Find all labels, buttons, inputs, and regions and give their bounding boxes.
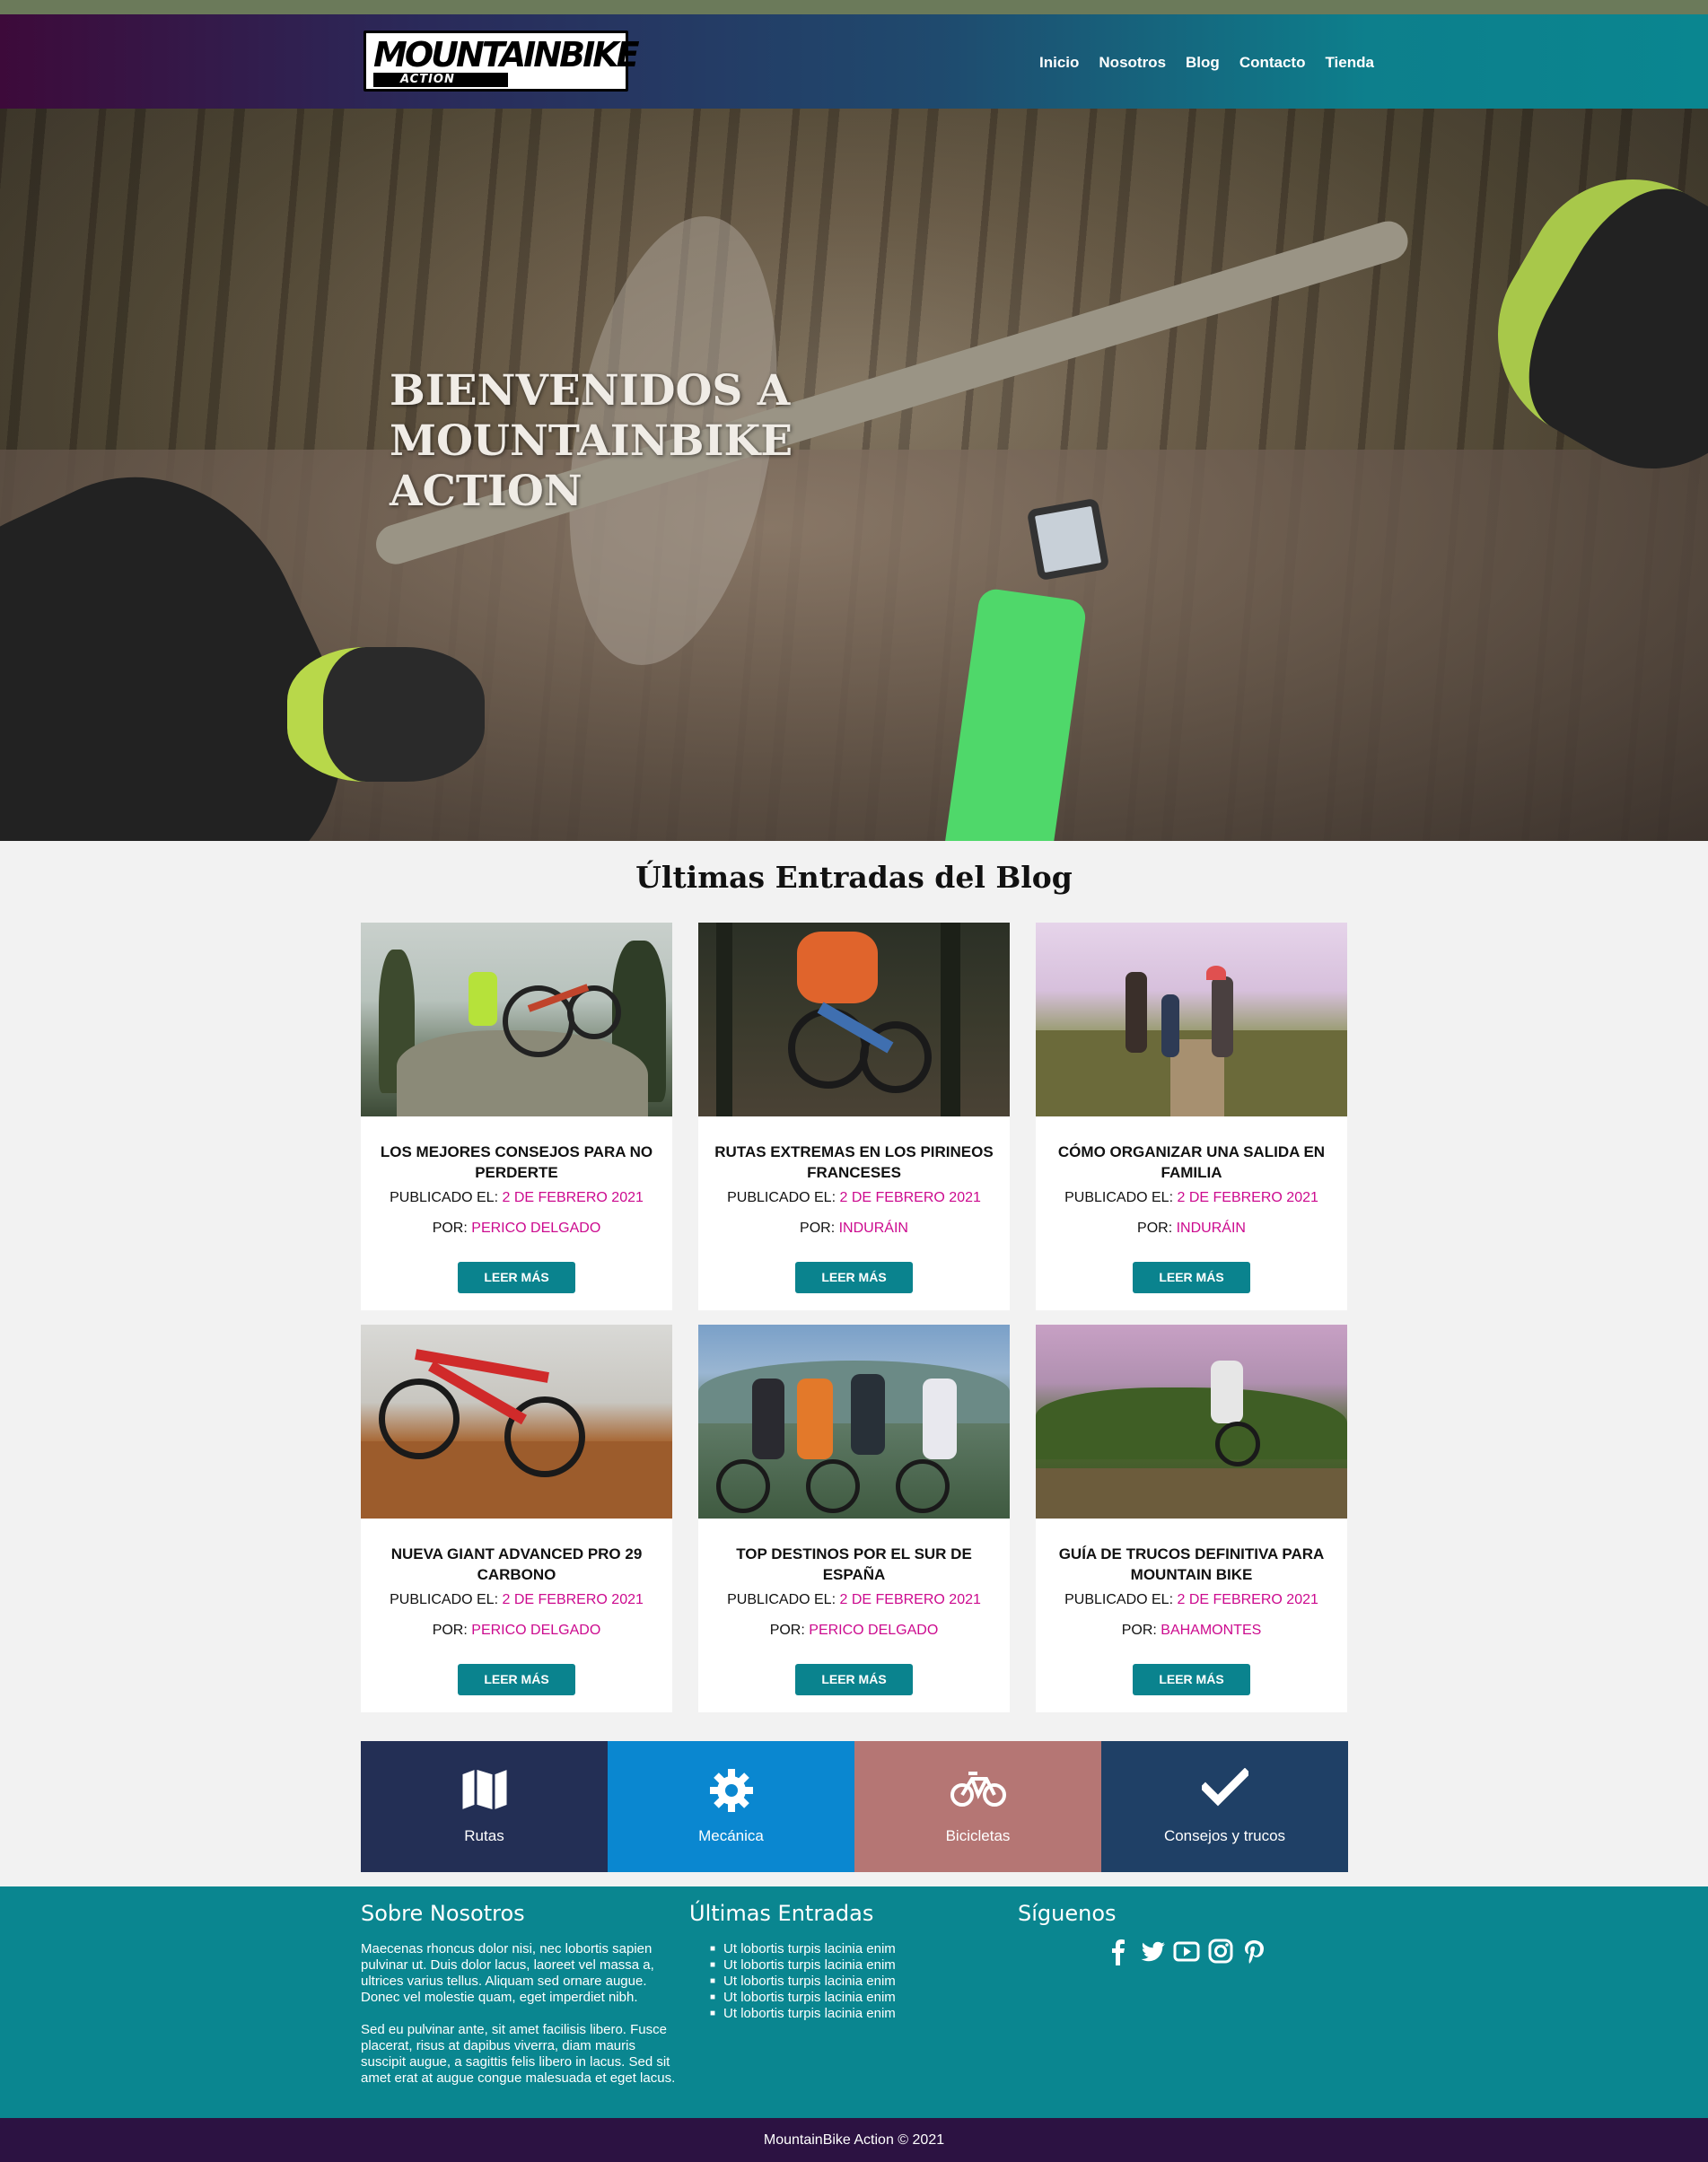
nav-link-inicio[interactable]: Inicio (1039, 54, 1079, 72)
instagram-icon[interactable] (1206, 1937, 1235, 1965)
bicycle-icon (854, 1768, 1101, 1813)
blog-card-image[interactable] (698, 1325, 1010, 1519)
category-label: Consejos y trucos (1163, 1827, 1286, 1844)
blog-card-date: PUBLICADO EL: 2 DE FEBRERO 2021 (1064, 1592, 1318, 1607)
blog-card-title[interactable]: CÓMO ORGANIZAR UNA SALIDA EN FAMILIA (1045, 1142, 1338, 1183)
check-icon (1101, 1768, 1348, 1813)
footer-latest-title: Últimas Entradas (689, 1901, 874, 1926)
site-footer: Sobre Nosotros Maecenas rhoncus dolor ni… (0, 1886, 1708, 2118)
blog-card-image[interactable] (361, 1325, 672, 1519)
copyright-bar: MountainBike Action © 2021 (0, 2118, 1708, 2162)
blog-card-image[interactable] (1036, 1325, 1347, 1519)
blog-card-author: POR: PERICO DELGADO (432, 1623, 601, 1638)
hero-title: BIENVENIDOS A MOUNTAINBIKE ACTION (390, 366, 793, 516)
blog-card: RUTAS EXTREMAS EN LOS PIRINEOS FRANCESES… (698, 923, 1010, 1310)
read-more-button[interactable]: LEER MÁS (1133, 1664, 1250, 1695)
facebook-icon[interactable] (1104, 1937, 1133, 1965)
gear-icon (608, 1768, 854, 1813)
site-header: MOUNTAINBIKE ACTION Inicio Nosotros Blog… (0, 0, 1708, 109)
logo-main-text: MOUNTAINBIKE (373, 35, 640, 74)
read-more-button[interactable]: LEER MÁS (458, 1262, 575, 1293)
hero-image-left-glove (287, 647, 485, 782)
category-label: Rutas (464, 1827, 504, 1844)
blog-card-date: PUBLICADO EL: 2 DE FEBRERO 2021 (727, 1592, 981, 1607)
social-links (1104, 1937, 1269, 1965)
blog-card-title[interactable]: NUEVA GIANT ADVANCED PRO 29 CARBONO (370, 1544, 663, 1585)
nav-link-contacto[interactable]: Contacto (1239, 54, 1306, 72)
category-rutas[interactable]: Rutas (361, 1741, 608, 1872)
blog-card-title[interactable]: GUÍA DE TRUCOS DEFINITIVA PARA MOUNTAIN … (1045, 1544, 1338, 1585)
twitter-icon[interactable] (1138, 1937, 1167, 1965)
read-more-button[interactable]: LEER MÁS (795, 1664, 913, 1695)
blog-card: LOS MEJORES CONSEJOS PARA NO PERDERTE PU… (361, 923, 672, 1310)
read-more-button[interactable]: LEER MÁS (795, 1262, 913, 1293)
hero-banner: BIENVENIDOS A MOUNTAINBIKE ACTION (0, 109, 1708, 841)
blog-card-date: PUBLICADO EL: 2 DE FEBRERO 2021 (390, 1190, 644, 1205)
blog-section-title: Últimas Entradas del Blog (635, 860, 1073, 895)
footer-latest-item[interactable]: Ut lobortis turpis lacinia enim (710, 1990, 896, 2006)
logo-sub-text: ACTION (373, 73, 508, 87)
read-more-button[interactable]: LEER MÁS (1133, 1262, 1250, 1293)
blog-card-image[interactable] (698, 923, 1010, 1116)
blog-card-title[interactable]: TOP DESTINOS POR EL SUR DE ESPAÑA (707, 1544, 1001, 1585)
category-label: Bicicletas (945, 1827, 1011, 1844)
site-logo[interactable]: MOUNTAINBIKE ACTION (363, 31, 640, 92)
blog-card-date: PUBLICADO EL: 2 DE FEBRERO 2021 (727, 1190, 981, 1205)
footer-latest-list: Ut lobortis turpis lacinia enim Ut lobor… (710, 1941, 896, 2022)
blog-card: CÓMO ORGANIZAR UNA SALIDA EN FAMILIA PUB… (1036, 923, 1347, 1310)
footer-about-title: Sobre Nosotros (361, 1901, 525, 1926)
footer-latest-item[interactable]: Ut lobortis turpis lacinia enim (710, 1957, 896, 1974)
blog-card-date: PUBLICADO EL: 2 DE FEBRERO 2021 (390, 1592, 644, 1607)
blog-card-author: POR: PERICO DELGADO (432, 1221, 601, 1236)
category-bicicletas[interactable]: Bicicletas (854, 1741, 1101, 1872)
category-consejos[interactable]: Consejos y trucos (1101, 1741, 1348, 1872)
blog-card-title[interactable]: LOS MEJORES CONSEJOS PARA NO PERDERTE (370, 1142, 663, 1183)
footer-about-text: Maecenas rhoncus dolor nisi, nec loborti… (361, 1941, 684, 2103)
blog-card: TOP DESTINOS POR EL SUR DE ESPAÑA PUBLIC… (698, 1325, 1010, 1712)
nav-link-blog[interactable]: Blog (1186, 54, 1220, 72)
map-icon (361, 1768, 608, 1813)
footer-about-paragraph: Maecenas rhoncus dolor nisi, nec loborti… (361, 1941, 654, 2005)
blog-card-title[interactable]: RUTAS EXTREMAS EN LOS PIRINEOS FRANCESES (707, 1142, 1001, 1183)
footer-latest-item[interactable]: Ut lobortis turpis lacinia enim (710, 2006, 896, 2022)
category-mecanica[interactable]: Mecánica (608, 1741, 854, 1872)
blog-card-date: PUBLICADO EL: 2 DE FEBRERO 2021 (1064, 1190, 1318, 1205)
footer-about-paragraph: Sed eu pulvinar ante, sit amet facilisis… (361, 2022, 676, 2086)
blog-card-author: POR: PERICO DELGADO (769, 1623, 939, 1638)
nav-link-nosotros[interactable]: Nosotros (1099, 54, 1166, 72)
footer-latest-item[interactable]: Ut lobortis turpis lacinia enim (710, 1941, 896, 1957)
blog-card: NUEVA GIANT ADVANCED PRO 29 CARBONO PUBL… (361, 1325, 672, 1712)
blog-card: GUÍA DE TRUCOS DEFINITIVA PARA MOUNTAIN … (1036, 1325, 1347, 1712)
blog-card-image[interactable] (1036, 923, 1347, 1116)
copyright-text: MountainBike Action © 2021 (763, 2132, 945, 2148)
blog-card-author: POR: INDURÁIN (1137, 1221, 1246, 1236)
blog-card-image[interactable] (361, 923, 672, 1116)
pinterest-icon[interactable] (1240, 1937, 1269, 1965)
read-more-button[interactable]: LEER MÁS (458, 1664, 575, 1695)
main-nav: Inicio Nosotros Blog Contacto Tienda (1039, 54, 1374, 72)
category-label: Mecánica (698, 1827, 764, 1844)
blog-card-author: POR: INDURÁIN (800, 1221, 908, 1236)
hero-image-gps (1026, 497, 1110, 582)
footer-latest-item[interactable]: Ut lobortis turpis lacinia enim (710, 1974, 896, 1990)
nav-link-tienda[interactable]: Tienda (1325, 54, 1373, 72)
blog-card-author: POR: BAHAMONTES (1121, 1623, 1262, 1638)
youtube-icon[interactable] (1172, 1937, 1201, 1965)
footer-follow-title: Síguenos (1018, 1901, 1117, 1926)
